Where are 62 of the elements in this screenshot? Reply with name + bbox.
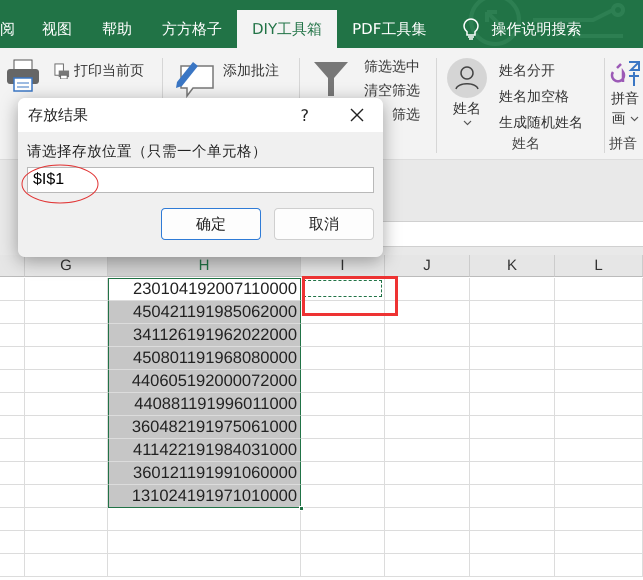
ribbon-item[interactable]: 打印当前页 [54,62,144,80]
table-cell [0,554,25,577]
table-cell: 341126191962022000 [108,324,301,347]
table-cell: 440881191996011000 [108,393,301,416]
table-cell [0,508,25,531]
ribbon-tab[interactable]: 阅 [0,10,27,48]
ribbon-item[interactable]: 添加批注 [223,62,279,80]
help-button[interactable]: ? [300,106,309,124]
table-cell: 131024191971010000 [108,485,301,508]
pinyin-button[interactable]: 拼音 [611,90,639,108]
prompt-text: 请选择存放位置（只需一个单元格） [27,143,268,161]
ribbon-tab[interactable]: 帮助 [87,10,147,48]
fill-handle[interactable] [299,506,304,511]
ribbon-tab[interactable]: PDF工具集 [337,10,442,48]
input-field[interactable]: $I$1 [27,167,374,193]
column-header[interactable]: K [470,255,555,277]
person-avatar-icon [447,58,487,98]
search-label[interactable]: 操作说明搜索 [491,20,582,38]
ribbon-tab[interactable]: DIY工具箱 [237,10,338,48]
dialog-button[interactable]: 确定 [161,208,261,240]
table-cell [0,347,25,370]
table-cell: 450801191968080000 [108,347,301,370]
table-cell: 360482191975061000 [108,416,301,439]
column-header[interactable]: J [385,255,470,277]
ribbon-item[interactable]: 姓名分开 [499,62,555,80]
table-cell [0,462,25,485]
table-cell [0,324,25,347]
table-cell [0,439,25,462]
table-cell: 230104192007110000 [108,278,301,301]
table-cell [0,485,25,508]
table-cell [0,301,25,324]
table-cell: 360121191991060000 [108,462,301,485]
group-label: 姓名 [512,135,540,153]
close-button[interactable] [349,107,365,123]
table-cell: 440605192000072000 [108,370,301,393]
name-button[interactable]: 姓名 [453,100,481,118]
ribbon-item[interactable]: 筛选 [392,106,420,124]
printer-icon [6,58,40,92]
ribbon-item[interactable]: 清空筛选 [364,82,420,100]
ribbon-item[interactable]: 姓名加空格 [499,88,569,106]
table-cell [0,370,25,393]
chevron-icon [630,116,638,122]
column-header[interactable]: H [108,255,301,277]
dialog-button[interactable]: 取消 [274,208,374,240]
ribbon-tab[interactable]: 方方格子 [147,10,237,48]
pinyin-icon [609,58,641,88]
pinyin-button-line: 画 [612,110,638,128]
ribbon-item[interactable]: 生成随机姓名 [499,114,583,132]
column-header[interactable]: L [555,255,643,277]
document-printer-icon [54,63,70,79]
table-cell: 450421191985062000 [108,301,301,324]
dialog-title: 存放结果 [28,106,89,124]
column-header[interactable]: G [25,255,108,277]
ribbon-item[interactable]: 筛选选中 [364,58,420,76]
table-cell [0,416,25,439]
lightbulb-icon [463,18,480,40]
table-cell: 411422191984031000 [108,439,301,462]
chevron-icon [462,120,472,126]
ribbon-tab[interactable]: 视图 [27,10,87,48]
group-label: 拼音 [609,135,637,153]
table-cell [0,531,25,554]
table-cell [0,393,25,416]
